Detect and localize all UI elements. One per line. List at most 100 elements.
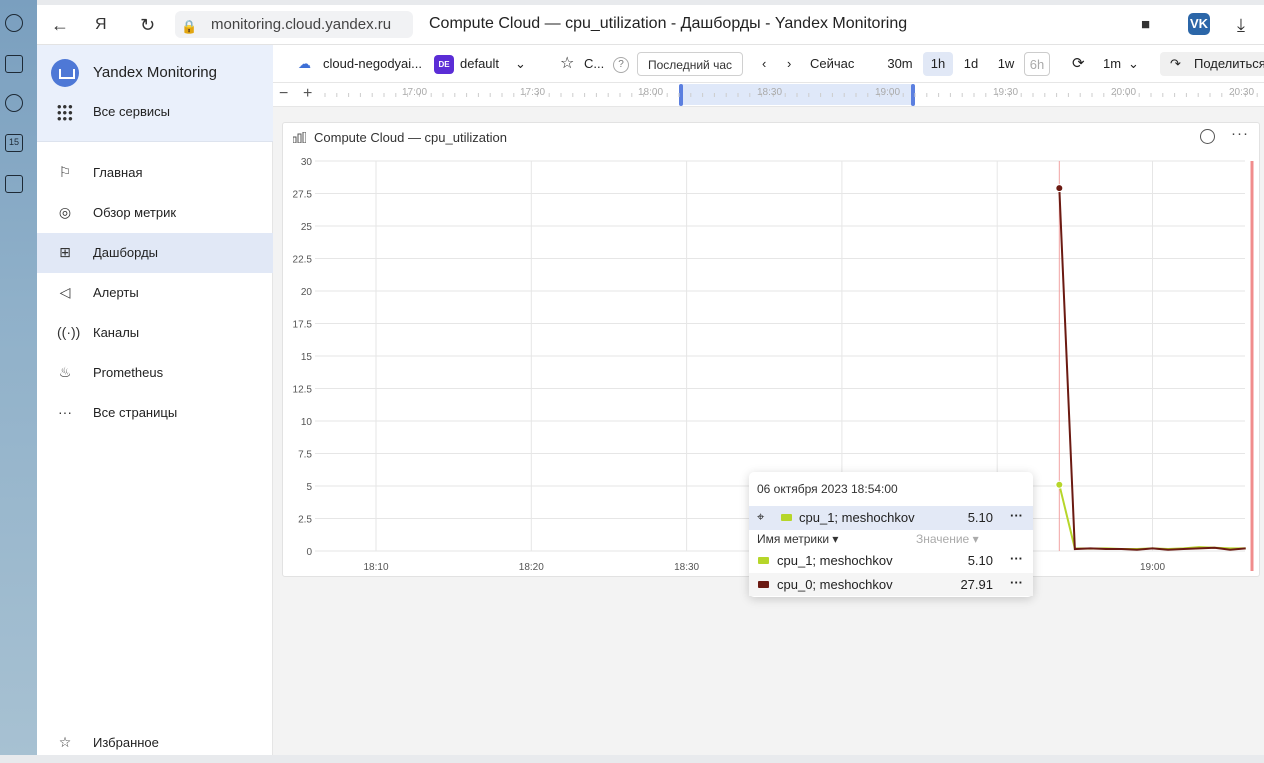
reload-icon[interactable]: ↻ — [140, 14, 155, 36]
more-icon[interactable]: ··· — [1010, 551, 1023, 566]
timeline-label: 20:00 — [1111, 87, 1137, 98]
share-button[interactable]: ↷ Поделиться — [1160, 52, 1264, 76]
range-1w[interactable]: 1w — [991, 52, 1021, 76]
sidebar-item-dashboards[interactable]: ⊞ Дашборды — [37, 233, 273, 273]
time-range-button[interactable]: Последний час — [637, 52, 743, 76]
tooltip-highlight-value: 5.10 — [967, 510, 993, 525]
flag-icon: ⚐ — [58, 164, 72, 180]
flame-icon: ♨ — [58, 364, 72, 380]
sidebar-item-favorites[interactable]: ☆ Избранное — [37, 723, 273, 763]
column-header-value-label: Значение — [916, 532, 970, 546]
calendar-icon[interactable]: 15 — [5, 134, 23, 152]
y-tick-label: 15 — [301, 352, 313, 363]
y-tick-label: 17.5 — [293, 320, 313, 331]
more-icon[interactable]: ··· — [1231, 125, 1249, 142]
star-icon[interactable]: ☆ — [560, 53, 574, 73]
refresh-interval[interactable]: 1m — [1103, 56, 1121, 71]
tooltip-highlight-row[interactable]: ⌖ cpu_1; meshochkov 5.10 ··· — [749, 506, 1033, 530]
chevron-down-icon[interactable]: ⌄ — [1128, 56, 1139, 72]
x-tick-label: 19:00 — [1140, 562, 1165, 573]
play-icon[interactable] — [5, 94, 23, 112]
sidebar-item-label: Обзор метрик — [93, 205, 177, 220]
timeline-label: 17:00 — [402, 87, 428, 98]
tooltip-date: 06 октября 2023 18:54:00 — [757, 482, 898, 496]
camera-icon[interactable] — [5, 175, 23, 193]
tooltip-row-name: cpu_1; meshochkov — [777, 553, 893, 568]
sidebar-item-all-pages[interactable]: ··· Все страницы — [37, 393, 273, 433]
tooltip-row[interactable]: cpu_0; meshochkov 27.91 ··· — [749, 573, 1033, 596]
tooltip-row[interactable]: cpu_1; meshochkov 5.10 ··· — [749, 549, 1033, 572]
share-label: Поделиться — [1194, 56, 1264, 71]
share-icon: ↷ — [1170, 56, 1181, 71]
more-icon[interactable]: ··· — [1010, 575, 1023, 590]
sidebar-item-metrics[interactable]: ◎ Обзор метрик — [37, 193, 273, 233]
now-button[interactable]: Сейчас — [810, 56, 854, 71]
collections-icon[interactable] — [5, 55, 23, 73]
vk-icon[interactable]: VK — [1188, 13, 1210, 35]
sidebar-item-home[interactable]: ⚐ Главная — [37, 153, 273, 193]
timeline-label: 18:30 — [757, 87, 783, 98]
y-tick-label: 5 — [306, 482, 312, 493]
crosshair-icon[interactable]: ⌖ — [757, 509, 764, 525]
folder-selector[interactable]: default — [460, 56, 499, 71]
sidebar-item-label: Главная — [93, 165, 143, 180]
brand-name[interactable]: Yandex Monitoring — [93, 64, 217, 81]
x-tick-label: 18:30 — [674, 562, 699, 573]
browser-toolbar: ← Я ↻ 🔒 monitoring.cloud.yandex.ru Compu… — [37, 5, 1264, 45]
y-tick-label: 30 — [301, 157, 313, 168]
column-header-name[interactable]: Имя метрики ▾ — [757, 532, 838, 546]
url-text[interactable]: monitoring.cloud.yandex.ru — [211, 16, 391, 33]
sidebar-item-prometheus[interactable]: ♨ Prometheus — [37, 353, 273, 393]
column-header-value[interactable]: Значение ▾ — [916, 532, 979, 546]
tooltip-highlight-name: cpu_1; meshochkov — [799, 510, 915, 525]
y-tick-label: 0 — [306, 547, 312, 558]
refresh-icon[interactable]: ⟳ — [1072, 54, 1085, 72]
cloud-icon: ☁ — [298, 56, 311, 71]
yandex-browser-icon[interactable]: Я — [95, 14, 107, 36]
sidebar-item-label: Избранное — [93, 735, 159, 750]
timeline-label: 19:30 — [993, 87, 1019, 98]
timeline-label: 17:30 — [520, 87, 546, 98]
sidebar-header: Yandex Monitoring ••• ••• ••• Все сервисы — [37, 45, 273, 142]
lock-icon: 🔒 — [181, 19, 198, 34]
bar-chart-icon — [293, 132, 306, 143]
back-icon[interactable]: ← — [51, 14, 69, 36]
next-range-icon[interactable]: › — [787, 56, 791, 71]
explore-icon[interactable] — [1200, 129, 1215, 144]
more-icon[interactable]: ··· — [1010, 508, 1023, 523]
tooltip-row-name: cpu_0; meshochkov — [777, 577, 893, 592]
megaphone-icon: ◁ — [59, 284, 71, 300]
bookmark-icon[interactable]: ■ — [1141, 14, 1150, 36]
broadcast-icon: ((·)) — [57, 324, 81, 340]
x-tick-label: 18:20 — [519, 562, 544, 573]
chevron-down-icon[interactable]: ⌄ — [515, 56, 526, 72]
sidebar-item-channels[interactable]: ((·)) Каналы — [37, 313, 273, 353]
folder-badge: DE — [434, 55, 454, 74]
help-icon[interactable]: ? — [613, 57, 629, 73]
sidebar-item-alerts[interactable]: ◁ Алерты — [37, 273, 273, 313]
y-tick-label: 2.5 — [298, 515, 312, 526]
grid-icon[interactable]: ••• ••• ••• — [57, 100, 74, 125]
series-swatch — [781, 514, 792, 521]
timeline-label: 20:30 — [1229, 87, 1255, 98]
monitoring-logo-icon[interactable] — [51, 59, 79, 87]
range-6h[interactable]: 6h — [1024, 52, 1050, 76]
series-point — [1055, 184, 1064, 193]
y-tick-label: 22.5 — [293, 255, 313, 266]
series-swatch — [758, 581, 769, 588]
y-tick-label: 25 — [301, 222, 313, 233]
timeline-bar[interactable]: − + 17:00 17:30 18:00 18:30 19:00 19:30 … — [273, 83, 1264, 107]
prev-range-icon[interactable]: ‹ — [762, 56, 766, 71]
chart-tooltip: 06 октября 2023 18:54:00 ⌖ cpu_1; meshoc… — [749, 472, 1033, 597]
range-1h[interactable]: 1h — [923, 52, 953, 76]
download-icon[interactable]: ⤓ — [1237, 14, 1245, 36]
dashboard-name[interactable]: C... — [584, 56, 604, 71]
timeline-label: 18:00 — [638, 87, 664, 98]
all-services-link[interactable]: Все сервисы — [93, 104, 170, 119]
range-1d[interactable]: 1d — [957, 52, 985, 76]
range-30m[interactable]: 30m — [881, 52, 919, 76]
history-icon[interactable] — [5, 14, 23, 32]
series-swatch — [758, 557, 769, 564]
x-tick-label: 18:10 — [363, 562, 388, 573]
cloud-selector[interactable]: cloud-negodyai... — [323, 56, 422, 71]
